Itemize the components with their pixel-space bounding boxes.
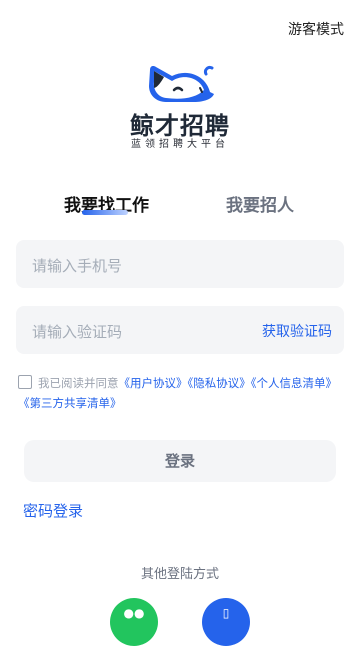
personal-info-list-link[interactable]: 《个人信息清单》 [251, 376, 337, 390]
login-button[interactable]: 登录 [24, 440, 336, 482]
one-click-login-button[interactable]: ▯ [202, 598, 250, 646]
code-placeholder: 请输入验证码 [32, 323, 123, 341]
active-tab-indicator [82, 210, 128, 215]
agreement-prefix: 我已阅读并同意 [38, 376, 119, 390]
phone-input[interactable]: 请输入手机号 [16, 240, 344, 288]
brand-slogan: 蓝领招聘大平台 [131, 139, 229, 150]
privacy-agreement-link[interactable]: 《隐私协议》 [188, 376, 251, 390]
get-code-button[interactable]: 获取验证码 [262, 321, 332, 341]
agreement-row: 我已阅读并同意《用户协议》《隐私协议》《个人信息清单》《第三方共享清单》 [18, 373, 354, 413]
third-party-list-link[interactable]: 《第三方共享清单》 [18, 396, 122, 410]
tab-hire[interactable]: 我要招人 [226, 191, 294, 216]
wechat-login-button[interactable]: ●● [110, 598, 158, 646]
code-input[interactable]: 请输入验证码 获取验证码 [16, 306, 344, 354]
agreement-checkbox[interactable] [18, 375, 32, 389]
guest-mode-link[interactable]: 游客模式 [288, 19, 344, 39]
phone-placeholder: 请输入手机号 [32, 257, 123, 275]
other-login-title: 其他登陆方式 [140, 567, 219, 582]
user-agreement-link[interactable]: 《用户协议》 [119, 376, 188, 390]
password-login-link[interactable]: 密码登录 [23, 500, 83, 521]
whale-logo-icon [149, 66, 214, 102]
